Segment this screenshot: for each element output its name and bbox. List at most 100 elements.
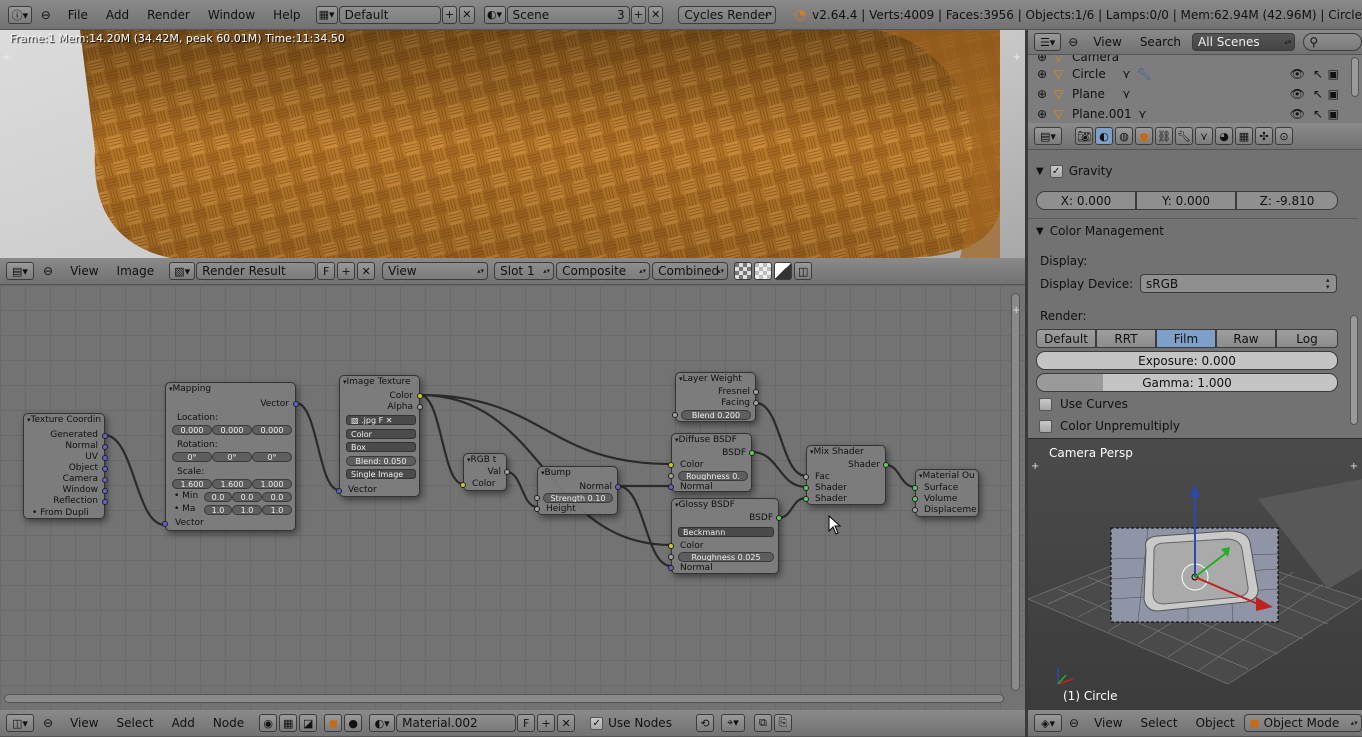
- socket[interactable]: [803, 485, 809, 491]
- gravity-z-field[interactable]: Z: -9.810: [1236, 191, 1338, 210]
- copy-nodes-icon[interactable]: ⧉: [753, 714, 772, 732]
- tab-log[interactable]: Log: [1276, 329, 1338, 348]
- menu-render[interactable]: Render: [147, 8, 190, 22]
- render-view[interactable]: Frame:1 Mem:14.20M (34.42M, peak 60.01M)…: [0, 30, 1025, 258]
- delete-screen-icon[interactable]: ✕: [459, 5, 475, 24]
- properties-icon[interactable]: ▤▾: [1034, 127, 1062, 145]
- material-tab-icon[interactable]: ◕: [1215, 127, 1233, 145]
- socket[interactable]: [668, 484, 674, 490]
- blend-field[interactable]: Blend 0.200: [681, 410, 751, 420]
- texture-tab-icon[interactable]: ▦: [1235, 127, 1253, 145]
- shader-nodes-icon[interactable]: ◉: [259, 714, 278, 732]
- expand-icon[interactable]: ⊕: [1030, 55, 1054, 64]
- socket[interactable]: [668, 473, 674, 479]
- socket[interactable]: [102, 433, 108, 439]
- socket[interactable]: [753, 400, 759, 406]
- backdrop-icon[interactable]: ⟲: [695, 714, 714, 732]
- socket[interactable]: [615, 484, 621, 490]
- color-management-panel-header[interactable]: ▼ Color Management: [1036, 220, 1346, 242]
- socket[interactable]: [460, 482, 466, 488]
- outliner-item-circle[interactable]: ⊕ ▽ Circle ⋎ 🔧︎ 👁︎ ↖ ▣: [1030, 64, 1345, 84]
- delete-scene-icon[interactable]: ✕: [648, 5, 664, 24]
- material-unlink-icon[interactable]: ✕: [557, 714, 576, 732]
- from-dupli-checkbox[interactable]: • From Dupli: [32, 508, 89, 518]
- socket[interactable]: [504, 469, 510, 475]
- menu-select-3d[interactable]: Select: [1141, 716, 1178, 730]
- min-y[interactable]: 0.0: [232, 492, 262, 502]
- menu-select-node[interactable]: Select: [117, 716, 154, 730]
- add-screen-icon[interactable]: +: [441, 5, 458, 24]
- gravity-y-field[interactable]: Y: 0.000: [1136, 191, 1236, 210]
- node-material-output[interactable]: Material Ou Surface Volume Displaceme: [912, 469, 979, 517]
- gamma-slider[interactable]: Gamma: 1.000: [1036, 373, 1338, 392]
- gravity-panel-header[interactable]: ▼ ✓ Gravity: [1036, 160, 1346, 182]
- min-checkbox[interactable]: • Min: [174, 491, 198, 501]
- visibility-eye-icon[interactable]: 👁︎: [1290, 87, 1305, 101]
- node-editor-vertical-scrollbar[interactable]: [1011, 293, 1020, 691]
- draw-red-icon[interactable]: ◫: [794, 262, 813, 280]
- collapse-menu-icon-4[interactable]: ⊖: [1068, 35, 1078, 49]
- node-image-texture[interactable]: Image Texture Color Alpha ▧ .jpg F ✕ Col…: [336, 375, 423, 497]
- view-mode-select[interactable]: View: [382, 262, 489, 280]
- socket[interactable]: [668, 565, 674, 571]
- tab-raw[interactable]: Raw: [1216, 329, 1276, 348]
- node-editor-icon[interactable]: ◫▾: [6, 714, 34, 732]
- menu-view-3d[interactable]: View: [1094, 716, 1122, 730]
- menu-object-3d[interactable]: Object: [1196, 716, 1235, 730]
- roughness-field[interactable]: Roughness 0.: [678, 471, 748, 481]
- scale-y[interactable]: 1.600: [212, 479, 252, 489]
- socket[interactable]: [162, 521, 168, 527]
- add-scene-icon[interactable]: +: [630, 5, 646, 24]
- draw-alpha-icon[interactable]: [754, 262, 773, 280]
- strength-field[interactable]: Strength 0.10: [543, 493, 613, 503]
- socket[interactable]: [668, 462, 674, 468]
- location-y[interactable]: 0.000: [212, 425, 252, 435]
- material-new-icon[interactable]: +: [537, 714, 556, 732]
- socket[interactable]: [534, 495, 540, 501]
- draw-image-alpha-icon[interactable]: [734, 262, 753, 280]
- renderable-camera-icon[interactable]: ▣: [1328, 87, 1339, 101]
- max-x[interactable]: 1.0: [204, 505, 232, 515]
- menu-help[interactable]: Help: [273, 8, 300, 22]
- distribution-select[interactable]: Beckmann: [678, 527, 774, 537]
- node-mapping[interactable]: Mapping Vector Location: 0.000 0.000 0.0…: [162, 382, 299, 531]
- compositing-nodes-icon[interactable]: ◪: [299, 714, 318, 732]
- outliner-item-plane-001[interactable]: ⊕ ▽ Plane.001 ⋎ 👁︎ ↖ ▣: [1030, 104, 1345, 123]
- image-new-icon[interactable]: +: [337, 262, 356, 280]
- scale-x[interactable]: 1.600: [172, 479, 212, 489]
- socket[interactable]: [336, 488, 342, 494]
- scene-icon[interactable]: ◐▾: [483, 5, 506, 24]
- socket[interactable]: [776, 515, 782, 521]
- rotation-x[interactable]: 0°: [172, 452, 212, 462]
- scene-field[interactable]: Scene 3: [506, 5, 630, 24]
- render-engine-select[interactable]: Cycles Render: [678, 5, 776, 24]
- exposure-slider[interactable]: Exposure: 0.000: [1036, 351, 1338, 370]
- object-tab-icon[interactable]: ◼: [1135, 127, 1153, 145]
- data-tab-icon[interactable]: ⋎: [1195, 127, 1213, 145]
- socket[interactable]: [912, 485, 918, 491]
- renderable-camera-icon[interactable]: ▣: [1328, 107, 1339, 121]
- menu-add[interactable]: Add: [106, 8, 129, 22]
- render-tab-icon[interactable]: 📷︎: [1075, 127, 1093, 145]
- screen-layout-field[interactable]: Default: [338, 5, 441, 24]
- particles-tab-icon[interactable]: ✣: [1255, 127, 1273, 145]
- min-z[interactable]: 0.0: [262, 492, 292, 502]
- menu-view-outliner[interactable]: View: [1093, 35, 1121, 49]
- tab-rrt[interactable]: RRT: [1096, 329, 1156, 348]
- menu-view-image[interactable]: View: [70, 264, 98, 278]
- node-bump[interactable]: Bump Normal Strength 0.10 Height: [534, 466, 621, 515]
- outliner-icon[interactable]: ☰▾: [1034, 33, 1062, 51]
- collapse-menu-icon-5[interactable]: ⊖: [1069, 716, 1079, 730]
- node-glossy-bsdf[interactable]: Glossy BSDF BSDF Beckmann Color Roughnes…: [668, 498, 782, 574]
- use-nodes-checkbox[interactable]: ✓ Use Nodes: [590, 716, 672, 730]
- menu-file[interactable]: File: [68, 8, 88, 22]
- paste-nodes-icon[interactable]: ⎘: [773, 714, 792, 732]
- image-name-field[interactable]: Render Result: [196, 262, 317, 280]
- node-editor-horizontal-scrollbar[interactable]: [4, 694, 1004, 703]
- scene-tab-icon[interactable]: ◐: [1095, 127, 1113, 145]
- gravity-checkbox[interactable]: ✓: [1049, 164, 1063, 178]
- node-mix-shader[interactable]: Mix Shader Shader Fac Shader Shader: [803, 445, 889, 505]
- projection-select[interactable]: Box: [346, 442, 416, 452]
- scale-z[interactable]: 1.000: [252, 479, 292, 489]
- outliner-filter-select[interactable]: All Scenes: [1192, 33, 1296, 51]
